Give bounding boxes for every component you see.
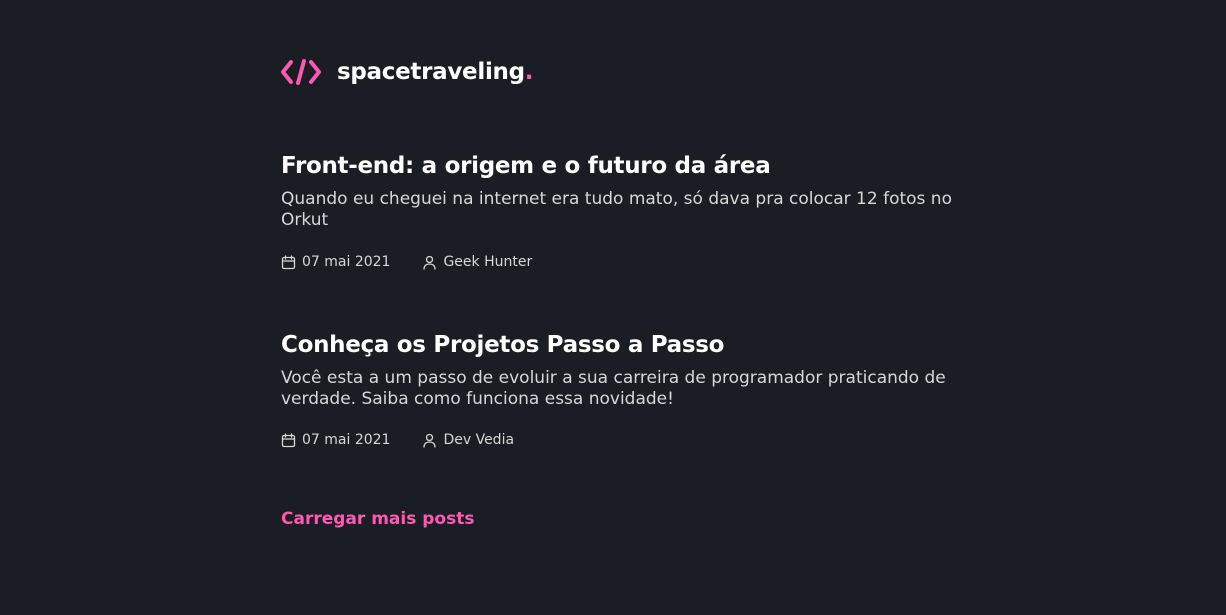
post-date: 07 mai 2021 [281, 432, 390, 448]
logo-text: spacetraveling. [337, 59, 534, 85]
user-icon [423, 433, 437, 448]
post-info: 07 mai 2021 Geek Hunter [281, 254, 532, 270]
calendar-icon [281, 254, 296, 269]
code-brackets-icon [281, 59, 321, 85]
post-title[interactable]: Front-end: a origem e o futuro da área [281, 151, 961, 181]
post-item[interactable]: Conheça os Projetos Passo a Passo Você e… [281, 330, 961, 448]
post-author: Geek Hunter [422, 254, 532, 270]
post-author-text: Dev Vedia [443, 432, 515, 448]
post-author-text: Geek Hunter [443, 254, 533, 270]
post-author: Dev Vedia [422, 432, 514, 448]
post-date-text: 07 mai 2021 [302, 432, 391, 448]
calendar-icon [281, 432, 296, 447]
logo-name: spacetraveling [337, 59, 525, 85]
post-item[interactable]: Front-end: a origem e o futuro da área Q… [281, 151, 961, 270]
post-subtitle: Quando eu cheguei na internet era tudo m… [281, 189, 952, 230]
user-icon [423, 255, 437, 270]
post-date-text: 07 mai 2021 [302, 254, 391, 270]
logo-dot: . [524, 59, 534, 85]
page: spacetraveling. Front-end: a origem e o … [0, 0, 1226, 615]
post-subtitle: Você esta a um passo de evoluir a sua ca… [281, 368, 946, 409]
post-title[interactable]: Conheça os Projetos Passo a Passo [281, 330, 961, 360]
post-date: 07 mai 2021 [281, 254, 390, 270]
logo[interactable]: spacetraveling. [281, 58, 534, 86]
load-more-button[interactable]: Carregar mais posts [281, 508, 474, 530]
post-info: 07 mai 2021 Dev Vedia [281, 432, 514, 448]
